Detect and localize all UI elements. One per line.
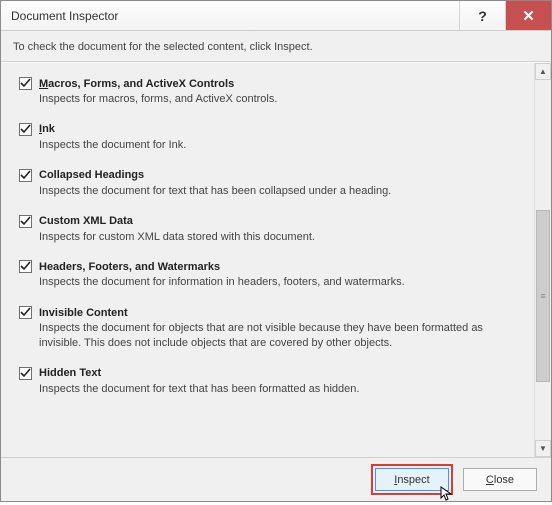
checkbox-collapsed-headings[interactable] [19,169,32,182]
option-custom-xml: Custom XML Data Inspects for custom XML … [19,209,528,255]
option-ink: Ink Inspects the document for Ink. [19,117,528,163]
dialog-footer: Inspect Close [1,457,551,501]
chevron-down-icon: ▼ [539,444,547,453]
option-macros: Macros, Forms, and ActiveX Controls Insp… [19,71,528,117]
scroll-down-button[interactable]: ▼ [535,440,551,457]
help-icon: ? [478,8,487,24]
chevron-up-icon: ▲ [539,67,547,76]
option-hidden-text: Hidden Text Inspects the document for te… [19,361,528,407]
scroll-track[interactable] [535,80,551,440]
titlebar-close-button[interactable]: ✕ [505,1,551,30]
checkbox-custom-xml[interactable] [19,215,32,228]
option-desc: Inspects the document for text that has … [39,184,499,199]
option-invisible-content: Invisible Content Inspects the document … [19,300,528,361]
checkbox-hidden-text[interactable] [19,367,32,380]
option-title: Headers, Footers, and Watermarks [39,261,220,273]
checkbox-invisible-content[interactable] [19,306,32,319]
option-collapsed-headings: Collapsed Headings Inspects the document… [19,163,528,209]
close-icon: ✕ [522,7,535,25]
option-desc: Inspects for macros, forms, and ActiveX … [39,92,499,107]
option-headers-footers: Headers, Footers, and Watermarks Inspect… [19,254,528,300]
option-title: Ink [39,123,55,135]
option-desc: Inspects the document for text that has … [39,382,499,397]
option-desc: Inspects the document for information in… [39,275,499,290]
vertical-scrollbar[interactable]: ▲ ▼ [534,63,551,457]
option-desc: Inspects the document for Ink. [39,138,499,153]
inspect-button[interactable]: Inspect [375,468,449,491]
option-desc: Inspects the document for objects that a… [39,321,499,351]
option-title: Macros, Forms, and ActiveX Controls [39,78,234,90]
content-area: Macros, Forms, and ActiveX Controls Insp… [1,62,551,457]
document-inspector-dialog: Document Inspector ? ✕ To check the docu… [0,0,552,502]
options-list: Macros, Forms, and ActiveX Controls Insp… [1,63,534,457]
close-button[interactable]: Close [463,468,537,491]
help-button[interactable]: ? [459,1,505,30]
option-title: Collapsed Headings [39,169,144,181]
checkbox-macros[interactable] [19,77,32,90]
option-title: Custom XML Data [39,215,133,227]
checkbox-headers-footers[interactable] [19,260,32,273]
dialog-title: Document Inspector [1,1,459,30]
option-title: Hidden Text [39,367,101,379]
instruction-text: To check the document for the selected c… [1,31,551,62]
scroll-up-button[interactable]: ▲ [535,63,551,80]
option-desc: Inspects for custom XML data stored with… [39,230,499,245]
option-title: Invisible Content [39,307,128,319]
scroll-thumb[interactable] [536,210,550,383]
inspect-highlight: Inspect [371,464,453,495]
titlebar: Document Inspector ? ✕ [1,1,551,31]
checkbox-ink[interactable] [19,123,32,136]
